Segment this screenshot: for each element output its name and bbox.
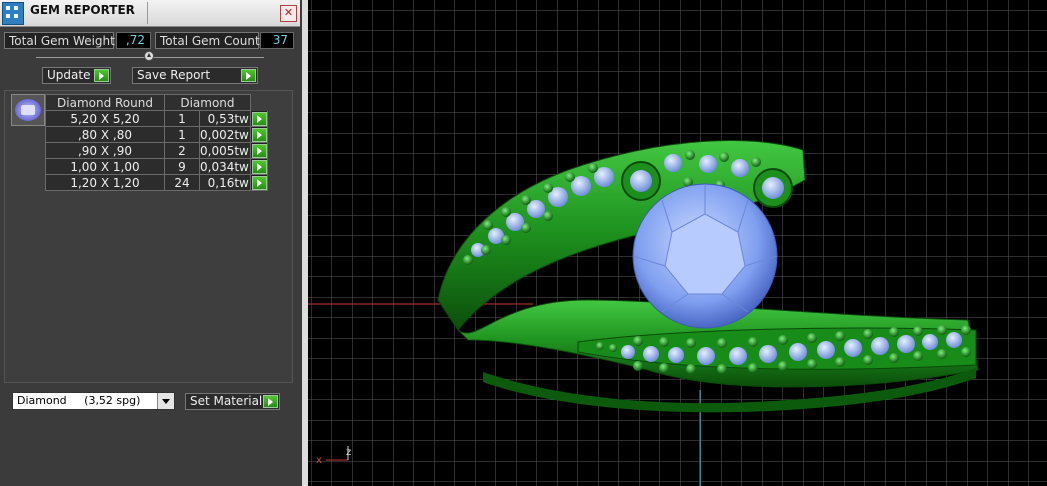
gem-size: ,80 X ,80 xyxy=(45,126,165,143)
close-icon[interactable]: ✕ xyxy=(280,5,297,22)
table-header-material: Diamond xyxy=(164,94,251,111)
gem-count: 1 xyxy=(164,126,200,143)
row-select-arrow-icon[interactable] xyxy=(251,143,267,158)
viewport-canvas[interactable]: x z xyxy=(308,0,1047,486)
table-row: 1,00 X 1,00 9 0,034tw xyxy=(45,158,268,175)
gem-weight: 0,53tw xyxy=(199,110,251,127)
3d-viewport[interactable]: x z xyxy=(308,0,1047,486)
set-material-button[interactable]: Set Material xyxy=(185,393,280,410)
row-select-arrow-icon[interactable] xyxy=(251,111,267,126)
gem-size: ,90 X ,90 xyxy=(45,142,165,159)
gem-table: Diamond Round Diamond 5,20 X 5,20 1 0,53… xyxy=(45,94,268,191)
update-button[interactable]: Update xyxy=(42,67,111,84)
gem-count: 9 xyxy=(164,158,200,175)
material-select[interactable]: Diamond (3,52 spg) xyxy=(12,392,175,410)
row-select-arrow-icon[interactable] xyxy=(251,175,267,190)
gem-count: 2 xyxy=(164,142,200,159)
gem-weight: 0,034tw xyxy=(199,158,251,175)
title-separator xyxy=(147,2,148,24)
table-row: 1,20 X 1,20 24 0,16tw xyxy=(45,174,268,191)
window-title: GEM REPORTER xyxy=(30,3,135,17)
total-gem-weight-label: Total Gem Weight xyxy=(4,32,115,49)
set-material-button-label: Set Material xyxy=(190,394,263,408)
save-report-button[interactable]: Save Report xyxy=(132,67,258,84)
table-row: 5,20 X 5,20 1 0,53tw xyxy=(45,110,268,127)
material-select-value: Diamond (3,52 spg) xyxy=(17,394,141,407)
total-gem-count-label: Total Gem Count xyxy=(155,32,260,49)
total-gem-weight-value: ,72 xyxy=(116,32,151,49)
gem-size: 5,20 X 5,20 xyxy=(45,110,165,127)
gem-weight: 0,005tw xyxy=(199,142,251,159)
gem-reporter-panel: GEM REPORTER ✕ Total Gem Weight ,72 Tota… xyxy=(0,0,302,486)
gem-size: 1,00 X 1,00 xyxy=(45,158,165,175)
gem-size: 1,20 X 1,20 xyxy=(45,174,165,191)
table-row: ,90 X ,90 2 0,005tw xyxy=(45,142,268,159)
axis-x-label: x xyxy=(316,455,322,466)
row-select-arrow-icon[interactable] xyxy=(251,159,267,174)
title-bar: GEM REPORTER ✕ xyxy=(0,0,300,27)
diamond-round-thumbnail-icon[interactable] xyxy=(11,94,45,126)
panel-slider-knob[interactable] xyxy=(144,51,154,61)
table-header-spacer xyxy=(249,94,268,111)
save-report-button-label: Save Report xyxy=(137,68,211,82)
table-row: ,80 X ,80 1 0,002tw xyxy=(45,126,268,143)
gem-count: 1 xyxy=(164,110,200,127)
axis-z-label: z xyxy=(346,447,351,458)
set-material-arrow-icon[interactable] xyxy=(263,395,278,408)
gem-weight: 0,002tw xyxy=(199,126,251,143)
gem-reporter-app-icon xyxy=(2,2,24,25)
total-gem-count-value: 37 xyxy=(260,32,294,49)
update-button-label: Update xyxy=(47,68,91,82)
row-select-arrow-icon[interactable] xyxy=(251,127,267,142)
center-diamond[interactable] xyxy=(632,183,778,329)
chevron-down-icon[interactable] xyxy=(157,393,174,409)
table-header-shape: Diamond Round xyxy=(45,94,165,111)
gem-count: 24 xyxy=(164,174,200,191)
gem-weight: 0,16tw xyxy=(199,174,251,191)
update-arrow-icon[interactable] xyxy=(94,69,109,82)
save-report-arrow-icon[interactable] xyxy=(241,69,256,82)
